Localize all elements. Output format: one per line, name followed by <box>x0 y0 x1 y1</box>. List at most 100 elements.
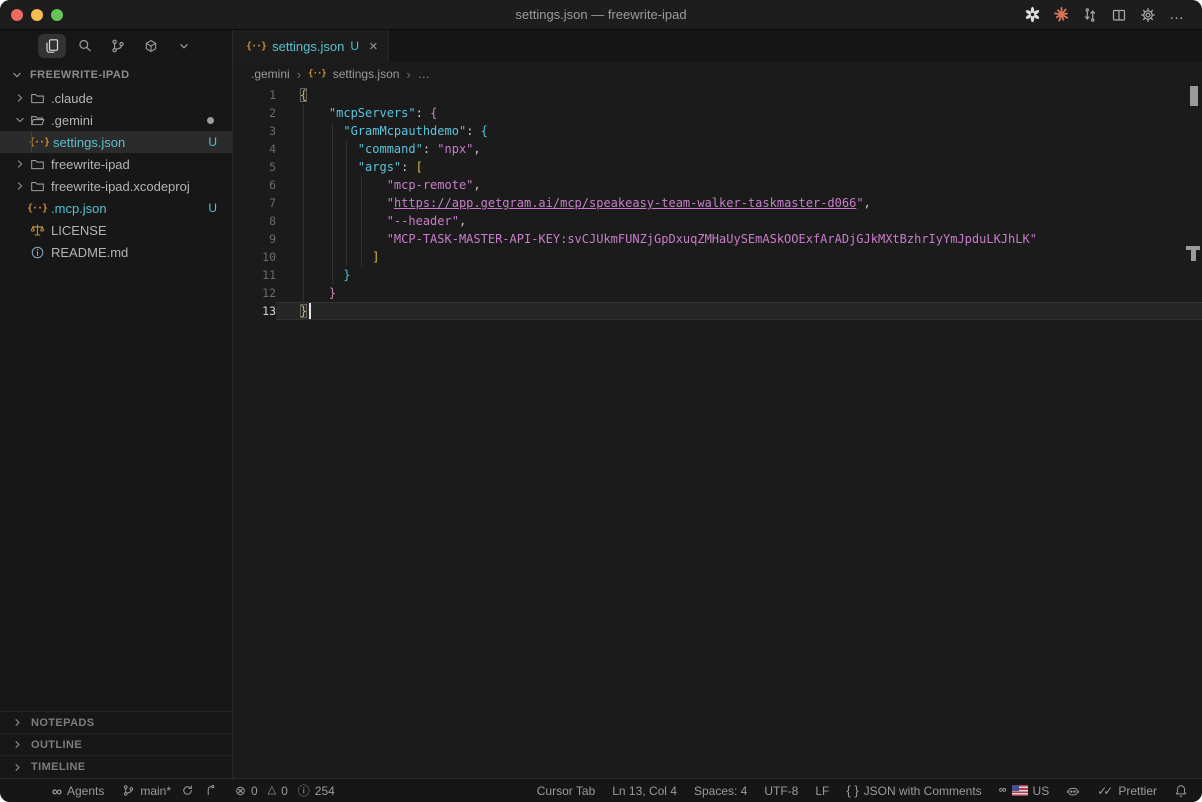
line-number[interactable]: 4 <box>233 140 276 158</box>
code-line[interactable]: 1{ <box>233 86 1202 104</box>
indent-guide <box>332 140 333 158</box>
line-number[interactable]: 8 <box>233 212 276 230</box>
line-number[interactable]: 2 <box>233 104 276 122</box>
keyboard-layout-button[interactable]: ∞ US <box>999 784 1050 798</box>
code-line[interactable]: 3 "GramMcpauthdemo": { <box>233 122 1202 140</box>
indent-guide <box>303 176 304 194</box>
line-number[interactable]: 3 <box>233 122 276 140</box>
more-actions-icon[interactable]: … <box>1168 6 1186 24</box>
search-icon[interactable] <box>71 34 99 58</box>
language-mode-label: JSON with Comments <box>864 784 982 798</box>
indent-guide <box>303 122 304 140</box>
code-line[interactable]: 11 } <box>233 266 1202 284</box>
section-timeline[interactable]: TIMELINE <box>0 756 232 778</box>
scrollbar-thumb[interactable] <box>1190 86 1198 106</box>
breadcrumb-folder[interactable]: .gemini <box>251 67 290 81</box>
info-count: 254 <box>315 784 335 798</box>
tree-item-mcp-json[interactable]: {··} .mcp.json U <box>0 197 232 219</box>
git-branch-button[interactable]: main* <box>122 784 171 798</box>
problems-button[interactable]: ⊗ 0 △ 0 ⓘ 254 <box>235 784 335 798</box>
code-line[interactable]: 4 "command": "npx", <box>233 140 1202 158</box>
line-number[interactable]: 5 <box>233 158 276 176</box>
section-outline[interactable]: OUTLINE <box>0 734 232 756</box>
explorer-root-header[interactable]: FREEWRITE-IPAD <box>0 63 232 87</box>
line-number[interactable]: 6 <box>233 176 276 194</box>
language-mode-button[interactable]: { } JSON with Comments <box>846 784 981 798</box>
line-number[interactable]: 7 <box>233 194 276 212</box>
code-line[interactable]: 9 "MCP-TASK-MASTER-API-KEY:svCJUkmFUNZjG… <box>233 230 1202 248</box>
notifications-button[interactable] <box>1174 784 1188 798</box>
tree-item-claude[interactable]: .claude <box>0 87 232 109</box>
agents-button[interactable]: ∞ Agents <box>52 784 104 798</box>
more-views-chevron-icon[interactable] <box>170 34 198 58</box>
claude-icon[interactable] <box>1052 6 1070 24</box>
code-editor[interactable]: 1{2 "mcpServers": {3 "GramMcpauthdemo": … <box>233 86 1202 778</box>
line-number[interactable]: 11 <box>233 266 276 284</box>
git-untracked-badge: U <box>350 39 359 53</box>
code-line[interactable]: 6 "mcp-remote", <box>233 176 1202 194</box>
code-line[interactable]: 12 } <box>233 284 1202 302</box>
code-line[interactable]: 10 ] <box>233 248 1202 266</box>
caret-position-button[interactable]: Ln 13, Col 4 <box>612 784 677 798</box>
chevron-down-icon <box>12 115 28 125</box>
minimize-window-button[interactable] <box>31 9 43 21</box>
breadcrumb-file[interactable]: settings.json <box>333 67 400 81</box>
line-number[interactable]: 1 <box>233 86 276 104</box>
formatter-button[interactable]: ✓✓ Prettier <box>1097 784 1157 798</box>
cursor-tab-button[interactable]: Cursor Tab <box>537 784 595 798</box>
code-line[interactable]: 5 "args": [ <box>233 158 1202 176</box>
code-line[interactable]: 13} <box>233 302 1202 320</box>
section-notepads[interactable]: NOTEPADS <box>0 712 232 734</box>
chevron-right-icon <box>12 181 28 191</box>
tab-settings-json[interactable]: {··} settings.json U × <box>233 30 389 62</box>
sync-button[interactable] <box>181 784 194 797</box>
line-number[interactable]: 10 <box>233 248 276 266</box>
code-line[interactable]: 7 "https://app.getgram.ai/mcp/speakeasy-… <box>233 194 1202 212</box>
git-untracked-badge: U <box>208 201 217 215</box>
zoom-window-button[interactable] <box>51 9 63 21</box>
extensions-cube-icon[interactable] <box>137 34 165 58</box>
openai-icon[interactable] <box>1023 6 1041 24</box>
split-editor-icon[interactable] <box>1110 6 1128 24</box>
indent-guide <box>361 248 362 266</box>
braces-icon: { } <box>846 784 858 797</box>
indent-guide <box>332 230 333 248</box>
close-tab-icon[interactable]: × <box>369 39 378 54</box>
folder-icon <box>28 157 46 172</box>
line-number[interactable]: 9 <box>233 230 276 248</box>
encoding-button[interactable]: UTF-8 <box>764 784 798 798</box>
indentation-button[interactable]: Spaces: 4 <box>694 784 747 798</box>
indent-guide <box>303 194 304 212</box>
indent-guide <box>361 176 362 194</box>
info-icon: ⓘ <box>298 785 310 797</box>
sync-changes-icon[interactable] <box>1081 6 1099 24</box>
source-control-icon[interactable] <box>104 34 132 58</box>
code-line[interactable]: 2 "mcpServers": { <box>233 104 1202 122</box>
file-name: LICENSE <box>51 223 107 238</box>
editor-area: {··} settings.json U × .gemini › {··} se… <box>233 30 1202 778</box>
section-label: OUTLINE <box>31 739 82 751</box>
breadcrumb-symbol[interactable]: … <box>418 67 430 81</box>
tune-button[interactable] <box>204 784 217 797</box>
warnings-icon: △ <box>268 785 276 796</box>
tree-item-xcodeproj[interactable]: freewrite-ipad.xcodeproj <box>0 175 232 197</box>
close-window-button[interactable] <box>11 9 23 21</box>
feedback-button[interactable] <box>1066 784 1080 798</box>
tree-item-gemini[interactable]: .gemini <box>0 109 232 131</box>
line-number[interactable]: 12 <box>233 284 276 302</box>
tree-item-freewrite-ipad[interactable]: freewrite-ipad <box>0 153 232 175</box>
code-line[interactable]: 8 "--header", <box>233 212 1202 230</box>
settings-gear-icon[interactable] <box>1139 6 1157 24</box>
formatter-label: Prettier <box>1118 784 1157 798</box>
branch-label: main* <box>140 784 171 798</box>
explorer-files-icon[interactable] <box>38 34 66 58</box>
eol-button[interactable]: LF <box>815 784 829 798</box>
warning-count: 0 <box>281 784 288 798</box>
tree-item-readme[interactable]: README.md <box>0 241 232 263</box>
line-number[interactable]: 13 <box>233 302 276 320</box>
indent-guide <box>361 194 362 212</box>
tab-label: settings.json <box>272 39 344 54</box>
file-name: settings.json <box>53 135 125 150</box>
tree-item-license[interactable]: LICENSE <box>0 219 232 241</box>
tree-item-settings-json[interactable]: {··} settings.json U <box>0 131 232 153</box>
